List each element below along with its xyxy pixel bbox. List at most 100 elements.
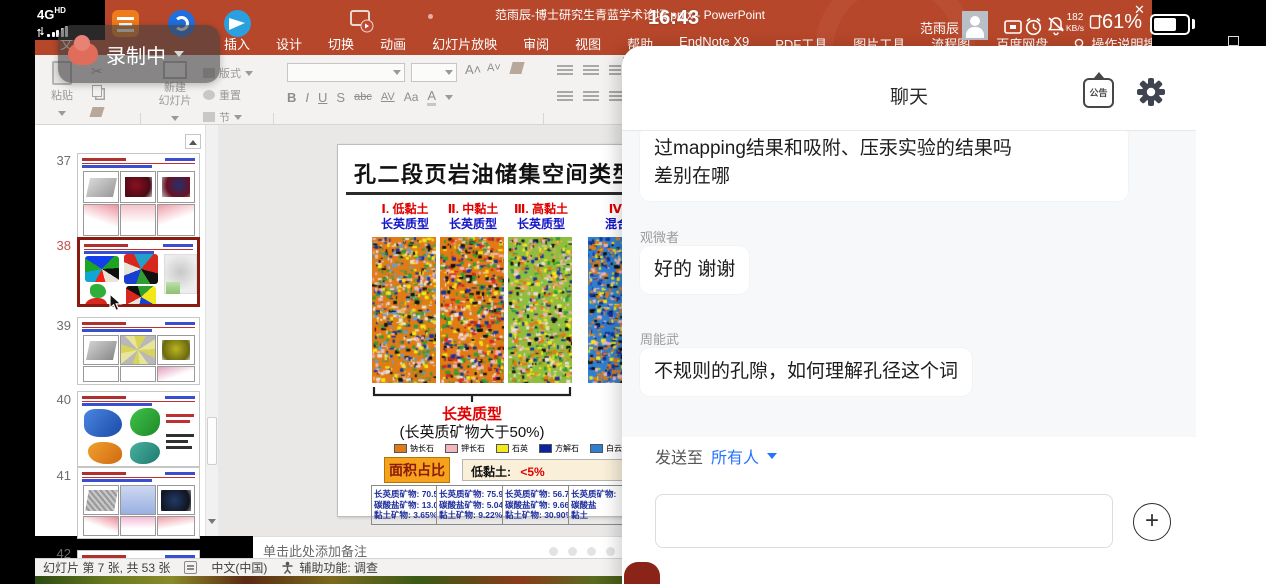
menu-slideshow[interactable]: 幻灯片放映 bbox=[432, 34, 497, 53]
slide-thumbnail-37[interactable] bbox=[77, 153, 200, 241]
align-left-icon[interactable] bbox=[557, 91, 573, 103]
background-window-corner bbox=[624, 562, 660, 584]
screencast-icon bbox=[1004, 20, 1022, 34]
paste-label: 粘贴 bbox=[47, 87, 77, 103]
slide-counter: 幻灯片 第 7 张, 共 53 张 bbox=[43, 559, 170, 576]
scrollbar-down-arrow[interactable] bbox=[208, 519, 216, 524]
notes-toggle-icon[interactable] bbox=[184, 561, 197, 574]
restore-window-icon[interactable] bbox=[1228, 36, 1239, 46]
mineral-map-high-clay bbox=[508, 237, 572, 383]
chat-input[interactable] bbox=[655, 494, 1113, 548]
language-indicator[interactable]: 中文(中国) bbox=[211, 559, 267, 576]
rotation-lock-icon bbox=[1088, 13, 1102, 29]
thumbnail-number: 38 bbox=[43, 238, 71, 253]
table-col-2: 长英质矿物: 75.92%碳酸盐矿物: 5.04%黏土矿物: 9.22% bbox=[437, 485, 503, 525]
font-name-combo[interactable] bbox=[287, 63, 405, 82]
menu-review[interactable]: 审阅 bbox=[523, 34, 549, 53]
mineral-table: 长英质矿物: 70.55%碳酸盐矿物: 13.01%黏土矿物: 3.65% 长英… bbox=[371, 485, 649, 525]
mineral-map-mid-clay bbox=[440, 237, 504, 383]
bracket bbox=[372, 387, 572, 403]
font-style-buttons: B I U S abc AV Aa A bbox=[287, 88, 453, 106]
settings-gear-icon[interactable] bbox=[1135, 76, 1167, 108]
chevron-down-icon bbox=[174, 51, 184, 57]
close-icon[interactable]: ✕ bbox=[1134, 2, 1145, 18]
recording-icon bbox=[68, 43, 98, 65]
copy-icon[interactable] bbox=[92, 85, 102, 97]
legend-item: 石英 bbox=[496, 443, 528, 454]
grow-font-button[interactable]: A˄ bbox=[465, 62, 481, 77]
underline-button[interactable]: U bbox=[318, 90, 327, 105]
network-type: 4G bbox=[37, 7, 54, 22]
format-painter-icon[interactable] bbox=[89, 107, 104, 117]
section-button[interactable]: 节 bbox=[203, 109, 242, 125]
layout-label: 版式 bbox=[219, 65, 241, 81]
font-size-combo[interactable] bbox=[411, 63, 457, 82]
scrollbar-thumb[interactable] bbox=[207, 417, 217, 465]
thumbnail-number: 39 bbox=[43, 318, 71, 333]
menu-design[interactable]: 设计 bbox=[276, 34, 302, 53]
section-label: 节 bbox=[219, 109, 230, 125]
bracket-label-black: (长英质矿物大于50%) bbox=[352, 421, 592, 442]
bullets-icon[interactable] bbox=[557, 65, 573, 77]
recording-pill[interactable]: 录制中 bbox=[58, 25, 220, 83]
chat-message-list[interactable]: 过mapping结果和吸附、压汞实验的结果吗 差别在哪 观微者 好的 谢谢 周能… bbox=[622, 130, 1196, 437]
shrink-font-button[interactable]: A˅ bbox=[487, 62, 501, 74]
send-to-label: 发送至 bbox=[655, 444, 703, 468]
network-speed-unit: KB/s bbox=[1066, 23, 1084, 33]
send-to-selector[interactable]: 所有人 bbox=[711, 444, 759, 468]
slide-thumbnail-38-selected[interactable] bbox=[77, 237, 200, 307]
indent-decrease-icon[interactable] bbox=[609, 65, 621, 77]
clay-note-value: <5% bbox=[520, 465, 544, 479]
column-header-3: Ⅲ. 高黏土长英质型 bbox=[508, 202, 574, 232]
clay-note-label: 低黏土: bbox=[471, 465, 511, 479]
menu-view[interactable]: 视图 bbox=[575, 34, 601, 53]
accessibility-icon bbox=[281, 561, 294, 574]
strikethrough-button[interactable]: abc bbox=[354, 91, 372, 103]
collapse-panel-button[interactable] bbox=[185, 134, 201, 149]
network-hd-badge: HD bbox=[54, 6, 66, 15]
legend-item: 钾长石 bbox=[445, 443, 485, 454]
chat-panel: 聊天 公告 过mapping结果和吸附、压汞实验的结果吗 差别在哪 观微者 好的… bbox=[622, 46, 1266, 584]
char-spacing-button[interactable]: AV bbox=[381, 91, 395, 103]
window-title: 范雨辰-博士研究生青蓝学术论坛.pptx - PowerPoint bbox=[420, 6, 840, 23]
clear-format-icon[interactable] bbox=[509, 62, 524, 74]
mineral-map-low-clay bbox=[372, 237, 436, 383]
presenter-name: 范雨辰 bbox=[920, 18, 959, 37]
add-attachment-button[interactable]: + bbox=[1133, 503, 1171, 541]
avatar[interactable] bbox=[962, 11, 988, 40]
slide-thumbnail-41[interactable] bbox=[77, 467, 200, 539]
updown-arrows-icon bbox=[37, 27, 44, 37]
menu-transitions[interactable]: 切换 bbox=[328, 34, 354, 53]
reset-button[interactable]: 重置 bbox=[203, 87, 241, 103]
font-color-button[interactable]: A bbox=[427, 88, 436, 106]
reset-label: 重置 bbox=[219, 87, 241, 103]
chevron-down-icon[interactable] bbox=[767, 453, 777, 459]
send-to-row: 发送至 所有人 bbox=[655, 444, 777, 468]
numbering-icon[interactable] bbox=[583, 65, 599, 77]
chat-message-bubble: 过mapping结果和吸附、压汞实验的结果吗 差别在哪 bbox=[640, 130, 1128, 201]
italic-button[interactable]: I bbox=[305, 90, 309, 105]
announcement-label: 公告 bbox=[1089, 88, 1107, 98]
change-case-button[interactable]: Aa bbox=[404, 90, 419, 104]
table-col-1: 长英质矿物: 70.55%碳酸盐矿物: 13.01%黏土矿物: 3.65% bbox=[371, 485, 437, 525]
notification-doc-icon bbox=[348, 8, 374, 34]
menu-animations[interactable]: 动画 bbox=[380, 34, 406, 53]
align-center-icon[interactable] bbox=[583, 91, 599, 103]
slide-thumbnail-39[interactable] bbox=[77, 317, 200, 385]
area-ratio-badge: 面积占比 bbox=[384, 457, 450, 483]
legend-item: 方解石 bbox=[539, 443, 579, 454]
telegram-app-icon bbox=[224, 10, 251, 37]
announcement-button[interactable]: 公告 bbox=[1083, 78, 1114, 108]
table-col-3: 长英质矿物: 56.75%碳酸盐矿物: 9.66%黏土矿物: 30.90% bbox=[503, 485, 569, 525]
bold-button[interactable]: B bbox=[287, 90, 296, 105]
new-slide-label: 新建 幻灯片 bbox=[153, 82, 197, 108]
mineral-legend: 钠长石 钾长石 石英 方解石 白云石 bbox=[394, 443, 657, 454]
notifications-muted-icon bbox=[1046, 16, 1066, 36]
accessibility-status[interactable]: 辅助功能: 调查 bbox=[281, 559, 378, 576]
shadow-button[interactable]: S bbox=[336, 90, 345, 105]
desktop-video-strip bbox=[35, 576, 655, 584]
chat-message-bubble: 好的 谢谢 bbox=[640, 246, 749, 294]
recording-label: 录制中 bbox=[106, 40, 166, 69]
slide-thumbnail-40[interactable] bbox=[77, 391, 200, 467]
thumbnail-scrollbar[interactable] bbox=[205, 125, 218, 536]
